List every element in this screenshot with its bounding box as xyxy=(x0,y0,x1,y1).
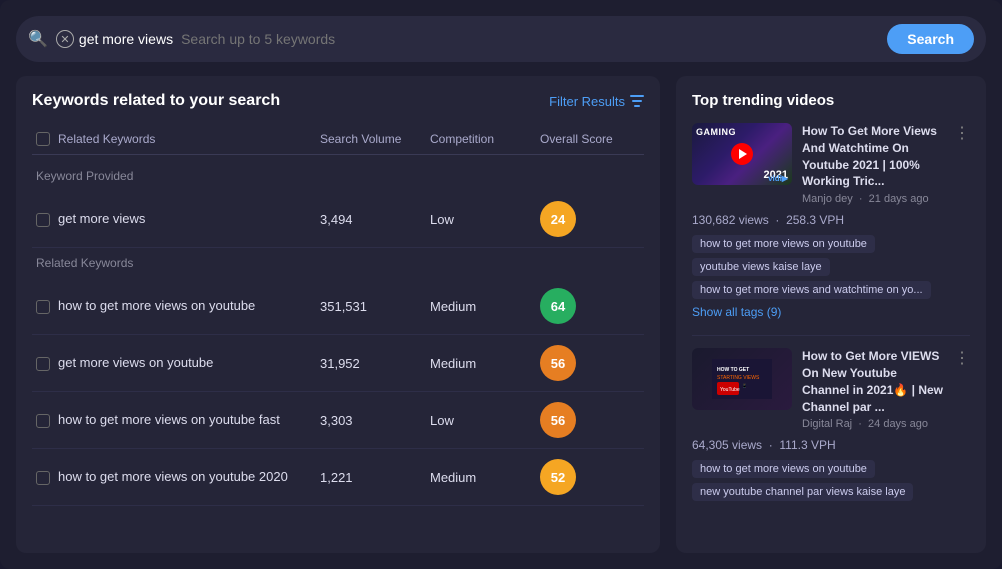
score-badge: 64 xyxy=(540,288,576,324)
video-title: How To Get More Views And Watchtime On Y… xyxy=(802,123,944,190)
col-header-volume: Search Volume xyxy=(320,132,430,146)
close-tag-icon[interactable]: ✕ xyxy=(56,30,74,48)
row-volume: 31,952 xyxy=(320,356,430,371)
panel-header: Keywords related to your search Filter R… xyxy=(32,92,644,110)
row-competition: Low xyxy=(430,212,540,227)
row-checkbox[interactable] xyxy=(36,471,50,485)
video-top: 2021 vidi▶ How To Get More Views And Wat… xyxy=(692,123,970,205)
video-more-button[interactable]: ⋮ xyxy=(954,123,970,205)
tags-list: how to get more views on youtube youtube… xyxy=(692,235,970,299)
svg-text:📱: 📱 xyxy=(742,383,747,388)
row-volume: 3,494 xyxy=(320,212,430,227)
row-volume: 351,531 xyxy=(320,299,430,314)
svg-text:STARTING VIEWS: STARTING VIEWS xyxy=(717,375,760,381)
col-header-keyword: Related Keywords xyxy=(36,132,320,146)
video-thumbnail[interactable]: HOW TO GET STARTING VIEWS YouTube 📱 xyxy=(692,348,792,410)
row-competition: Medium xyxy=(430,470,540,485)
video-card: 2021 vidi▶ How To Get More Views And Wat… xyxy=(692,123,970,319)
col-header-competition: Competition xyxy=(430,132,540,146)
search-button[interactable]: Search xyxy=(887,24,974,54)
search-icon: 🔍 xyxy=(28,29,48,49)
play-button[interactable] xyxy=(731,143,753,165)
video-meta: How to Get More VIEWS On New Youtube Cha… xyxy=(802,348,944,430)
video-card: HOW TO GET STARTING VIEWS YouTube 📱 How … xyxy=(692,348,970,501)
table-row: how to get more views on youtube 351,531… xyxy=(32,278,644,335)
keywords-table: Related Keywords Search Volume Competiti… xyxy=(32,124,644,506)
score-badge: 56 xyxy=(540,402,576,438)
row-competition: Medium xyxy=(430,299,540,314)
score-badge: 24 xyxy=(540,201,576,237)
table-row: how to get more views on youtube 2020 1,… xyxy=(32,449,644,506)
tag: youtube views kaise laye xyxy=(692,258,830,276)
right-panel: Top trending videos 2021 vidi▶ How To Ge… xyxy=(676,76,986,553)
row-checkbox[interactable] xyxy=(36,414,50,428)
search-tag: ✕ get more views xyxy=(56,30,173,48)
video-channel: Manjo dey · 21 days ago xyxy=(802,193,944,205)
row-keyword-cell: get more views xyxy=(36,211,320,227)
row-keyword-cell: how to get more views on youtube fast xyxy=(36,412,320,428)
row-competition: Low xyxy=(430,413,540,428)
table-row: how to get more views on youtube fast 3,… xyxy=(32,392,644,449)
video-stats: 130,682 views · 258.3 VPH xyxy=(692,213,970,227)
video-thumbnail[interactable]: 2021 vidi▶ xyxy=(692,123,792,185)
show-all-tags-button[interactable]: Show all tags (9) xyxy=(692,305,970,319)
row-checkbox[interactable] xyxy=(36,213,50,227)
score-badge: 52 xyxy=(540,459,576,495)
video-divider xyxy=(692,335,970,336)
tag: how to get more views on youtube xyxy=(692,460,875,478)
filter-results-button[interactable]: Filter Results xyxy=(549,94,644,109)
video-top: HOW TO GET STARTING VIEWS YouTube 📱 How … xyxy=(692,348,970,430)
tag: new youtube channel par views kaise laye xyxy=(692,483,913,501)
section-keyword-provided: Keyword Provided xyxy=(32,161,644,191)
row-competition: Medium xyxy=(430,356,540,371)
svg-text:YouTube: YouTube xyxy=(720,387,740,393)
trending-title: Top trending videos xyxy=(692,92,970,109)
row-volume: 3,303 xyxy=(320,413,430,428)
tag: how to get more views on youtube xyxy=(692,235,875,253)
table-row: get more views 3,494 Low 24 xyxy=(32,191,644,248)
main-content: Keywords related to your search Filter R… xyxy=(16,76,986,553)
left-panel: Keywords related to your search Filter R… xyxy=(16,76,660,553)
video-title: How to Get More VIEWS On New Youtube Cha… xyxy=(802,348,944,415)
app-container: 🔍 ✕ get more views Search Keywords relat… xyxy=(0,0,1002,569)
filter-icon xyxy=(630,95,644,107)
video-meta: How To Get More Views And Watchtime On Y… xyxy=(802,123,944,205)
row-checkbox[interactable] xyxy=(36,300,50,314)
video-channel: Digital Raj · 24 days ago xyxy=(802,418,944,430)
panel-title: Keywords related to your search xyxy=(32,92,280,110)
row-keyword-cell: get more views on youtube xyxy=(36,355,320,371)
search-tag-text: get more views xyxy=(79,31,173,47)
row-keyword-cell: how to get more views on youtube xyxy=(36,298,320,314)
table-row: get more views on youtube 31,952 Medium … xyxy=(32,335,644,392)
header-checkbox[interactable] xyxy=(36,132,50,146)
video-stats: 64,305 views · 111.3 VPH xyxy=(692,438,970,452)
table-header: Related Keywords Search Volume Competiti… xyxy=(32,124,644,155)
row-checkbox[interactable] xyxy=(36,357,50,371)
row-volume: 1,221 xyxy=(320,470,430,485)
search-bar: 🔍 ✕ get more views Search xyxy=(16,16,986,62)
video-more-button[interactable]: ⋮ xyxy=(954,348,970,430)
section-related: Related Keywords xyxy=(32,248,644,278)
svg-text:HOW TO GET: HOW TO GET xyxy=(717,367,749,373)
score-badge: 56 xyxy=(540,345,576,381)
row-keyword-cell: how to get more views on youtube 2020 xyxy=(36,469,320,485)
thumb-svg: HOW TO GET STARTING VIEWS YouTube 📱 xyxy=(712,359,772,399)
col-header-score: Overall Score xyxy=(540,132,640,146)
tag: how to get more views and watchtime on y… xyxy=(692,281,931,299)
tags-list: how to get more views on youtube new you… xyxy=(692,460,970,501)
search-input[interactable] xyxy=(181,31,879,47)
